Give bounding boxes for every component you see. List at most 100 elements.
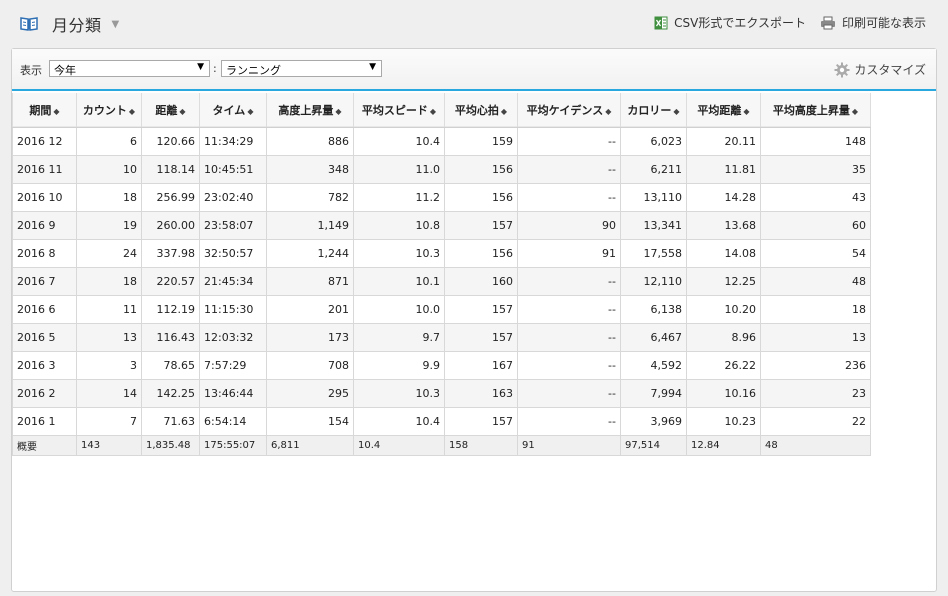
column-header-7[interactable]: 平均ケイデンス ◆ <box>517 93 621 128</box>
activity-select[interactable]: ランニング ▼ <box>221 60 382 77</box>
table-cell: 10.3 <box>353 238 445 268</box>
table-cell: 2016 10 <box>12 182 77 212</box>
table-cell: 2016 1 <box>12 406 77 436</box>
table-cell: 11:15:30 <box>199 294 267 324</box>
table-cell: 167 <box>444 350 518 380</box>
table-cell: 13,341 <box>620 210 687 240</box>
page-title: 月分類 <box>52 16 102 35</box>
table-cell: 10.23 <box>686 406 761 436</box>
table-cell: 156 <box>444 238 518 268</box>
column-header-5[interactable]: 平均スピード ◆ <box>353 93 445 128</box>
table-cell: 156 <box>444 154 518 184</box>
table-cell: 13.68 <box>686 210 761 240</box>
table-cell: 2016 11 <box>12 154 77 184</box>
table-cell: 4,592 <box>620 350 687 380</box>
column-header-8[interactable]: カロリー ◆ <box>620 93 687 128</box>
table-cell: 2016 8 <box>12 238 77 268</box>
table-cell: 10.4 <box>353 406 445 436</box>
table-cell: 120.66 <box>141 126 200 156</box>
sort-icon: ◆ <box>429 106 437 116</box>
table-cell: 14 <box>76 378 142 408</box>
table-cell: 6 <box>76 126 142 156</box>
excel-icon <box>654 16 668 29</box>
column-header-4[interactable]: 高度上昇量 ◆ <box>266 93 354 128</box>
period-select[interactable]: 今年 ▼ <box>49 60 210 77</box>
table-row: 2016 10 18 256.99 23:02:40 782 11.2 156 -- 13,11… <box>12 182 871 212</box>
column-header-label: 期間 <box>29 103 52 117</box>
sort-icon: ◆ <box>128 106 136 116</box>
table-cell: 13,110 <box>620 182 687 212</box>
table-cell: 201 <box>266 294 354 324</box>
table-cell: 782 <box>266 182 354 212</box>
table-cell: 8.96 <box>686 322 761 352</box>
table-cell: 18 <box>760 294 871 324</box>
table-cell: 21:45:34 <box>199 266 267 296</box>
table-cell: 91 <box>517 238 621 268</box>
table-cell: -- <box>517 154 621 184</box>
table-cell: 260.00 <box>141 210 200 240</box>
table-cell: 2016 3 <box>12 350 77 380</box>
printer-icon <box>820 16 835 29</box>
table-cell: 142.25 <box>141 378 200 408</box>
table-cell: -- <box>517 294 621 324</box>
table-cell: 19 <box>76 210 142 240</box>
print-view-label: 印刷可能な表示 <box>841 16 926 30</box>
sort-icon: ◆ <box>179 106 186 116</box>
table-cell: 20.11 <box>686 126 761 156</box>
table-cell: -- <box>517 126 621 156</box>
table-cell: 118.14 <box>141 154 200 184</box>
table-cell: -- <box>517 266 621 296</box>
column-header-3[interactable]: タイム ◆ <box>199 93 267 128</box>
table-cell: 112.19 <box>141 294 200 324</box>
column-header-6[interactable]: 平均心拍 ◆ <box>444 93 518 128</box>
column-header-2[interactable]: 距離 ◆ <box>141 93 200 128</box>
table-cell: 13 <box>760 322 871 352</box>
table-row: 2016 8 24 337.98 32:50:57 1,244 10.3 156 91 17,5… <box>12 238 871 268</box>
monthly-summary-table: 期間 ◆ カウント ◆ 距離 ◆ タイム ◆ 高度上昇量 ◆ 平均スピード ◆ 平均心拍 ◆ 平均ケイデンス… <box>12 93 871 456</box>
table-header-row: 期間 ◆ カウント ◆ 距離 ◆ タイム ◆ 高度上昇量 ◆ 平均スピード ◆ 平均心拍 ◆ 平均ケイデンス… <box>12 93 871 128</box>
summary-cell: 175:55:07 <box>199 434 267 456</box>
column-header-0[interactable]: 期間 ◆ <box>12 93 77 128</box>
column-header-10[interactable]: 平均高度上昇量 ◆ <box>760 93 871 128</box>
table-cell: 14.28 <box>686 182 761 212</box>
sort-icon: ◆ <box>673 106 680 116</box>
csv-export-link[interactable]: CSV形式でエクスポート <box>654 14 806 31</box>
print-view-link[interactable]: 印刷可能な表示 <box>820 14 926 31</box>
dropdown-arrow-icon: ▼ <box>369 62 376 72</box>
table-cell: 54 <box>760 238 871 268</box>
sort-icon: ◆ <box>335 106 342 116</box>
summary-cell: 10.4 <box>353 434 445 456</box>
table-cell: 163 <box>444 378 518 408</box>
table-row: 2016 12 6 120.66 11:34:29 886 10.4 159 -- 6,023 2… <box>12 126 871 156</box>
column-header-label: 距離 <box>155 103 178 117</box>
column-header-label: 高度上昇量 <box>278 103 334 117</box>
csv-export-label: CSV形式でエクスポート <box>674 16 806 30</box>
summary-cell: 143 <box>76 434 142 456</box>
table-cell: 9.9 <box>353 350 445 380</box>
column-header-label: カウント <box>82 103 127 117</box>
column-header-9[interactable]: 平均距離 ◆ <box>686 93 761 128</box>
table-cell: 78.65 <box>141 350 200 380</box>
table-cell: 32:50:57 <box>199 238 267 268</box>
table-cell: 9.7 <box>353 322 445 352</box>
title-area[interactable]: 月分類 ▼ <box>20 12 119 36</box>
table-row: 2016 5 13 116.43 12:03:32 173 9.7 157 -- 6,467 8.… <box>12 322 871 352</box>
column-header-1[interactable]: カウント ◆ <box>76 93 142 128</box>
summary-cell: 91 <box>517 434 621 456</box>
chevron-down-icon[interactable]: ▼ <box>112 19 120 30</box>
table-cell: 1,244 <box>266 238 354 268</box>
table-cell: 11.2 <box>353 182 445 212</box>
table-cell: 10.1 <box>353 266 445 296</box>
table-cell: 2016 7 <box>12 266 77 296</box>
activity-select-value: ランニング <box>226 64 281 77</box>
customize-button[interactable]: カスタマイズ <box>834 61 926 78</box>
table-cell: 23:02:40 <box>199 182 267 212</box>
sort-icon: ◆ <box>605 106 612 116</box>
table-cell: 35 <box>760 154 871 184</box>
table-cell: 116.43 <box>141 322 200 352</box>
show-label: 表示 <box>20 64 42 77</box>
table-cell: 154 <box>266 406 354 436</box>
table-cell: 157 <box>444 210 518 240</box>
table-cell: 10.3 <box>353 378 445 408</box>
table-cell: -- <box>517 322 621 352</box>
